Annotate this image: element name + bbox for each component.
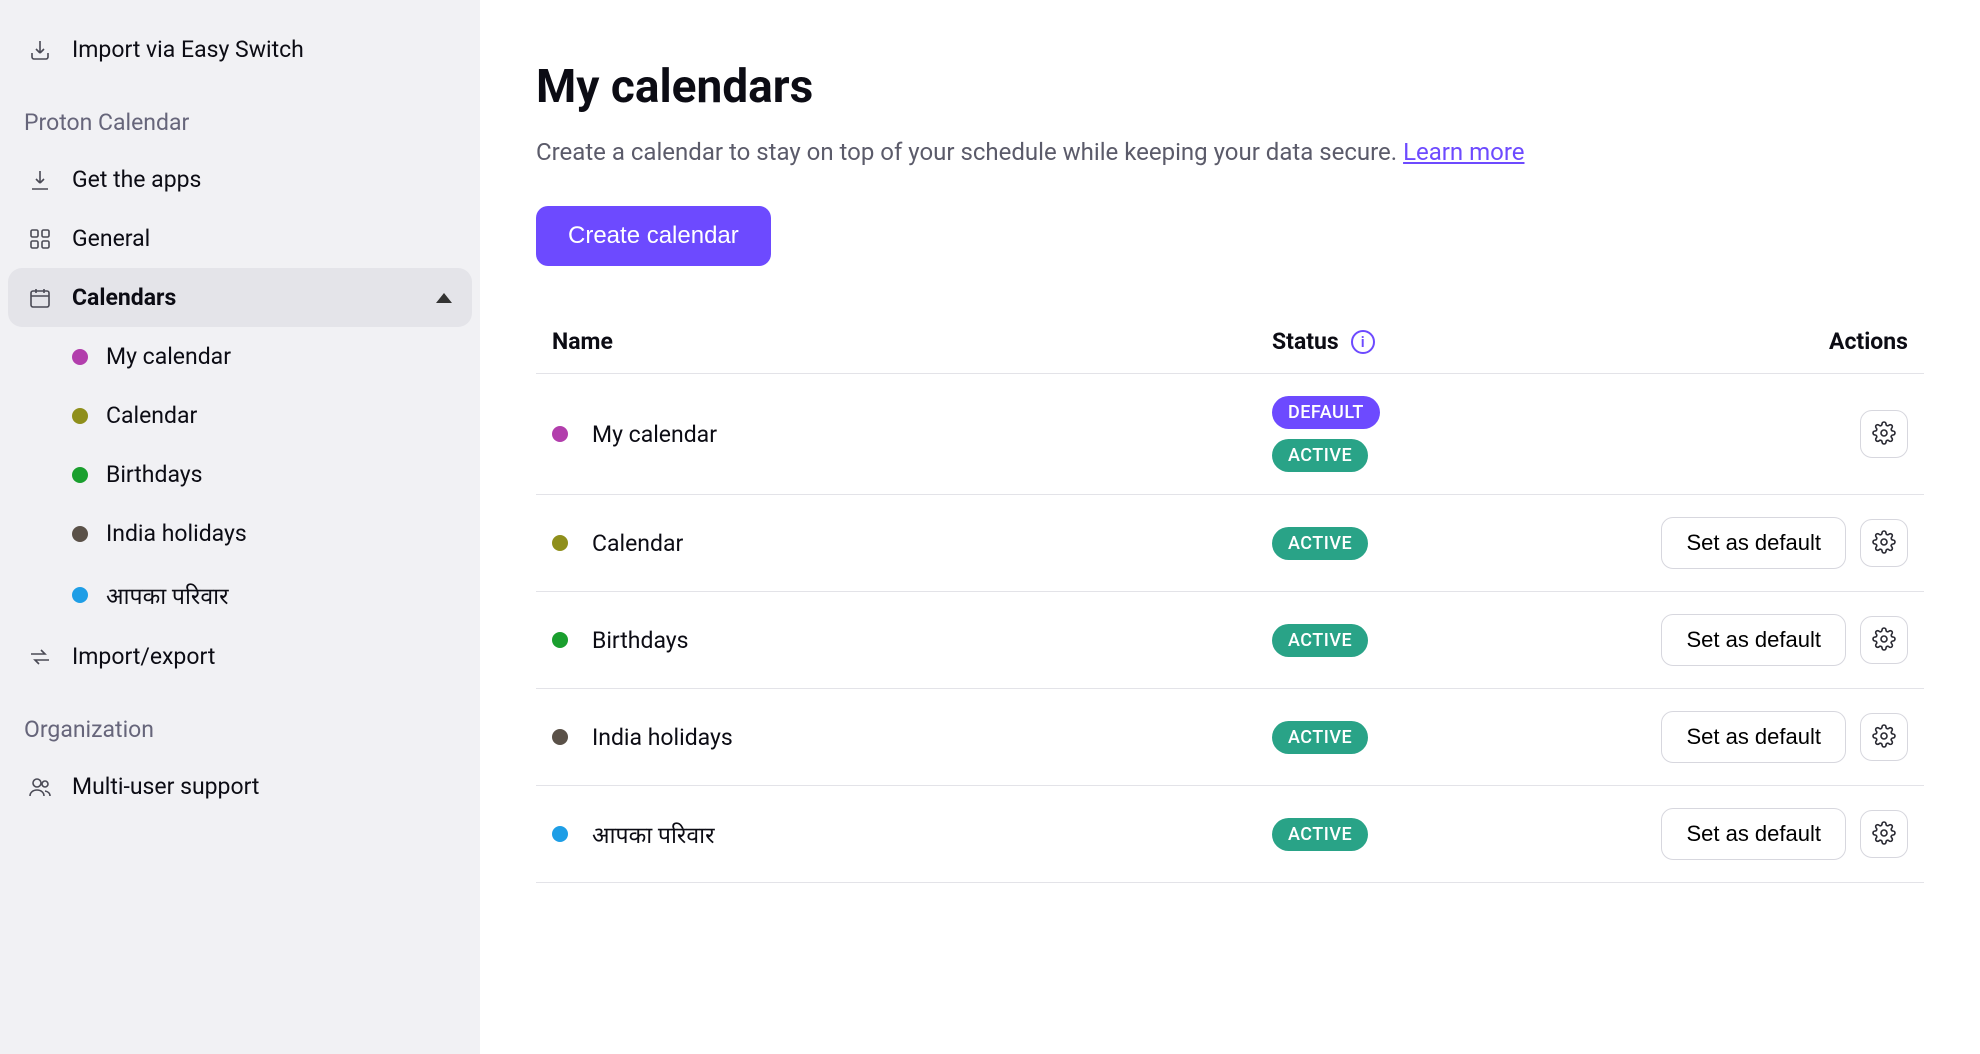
chevron-up-icon — [436, 293, 452, 303]
sidebar-calendar-item[interactable]: My calendar — [72, 327, 480, 386]
set-default-button[interactable]: Set as default — [1661, 711, 1846, 763]
gear-icon — [1872, 530, 1896, 557]
badge-active: ACTIVE — [1272, 439, 1368, 472]
settings-button[interactable] — [1860, 410, 1908, 458]
gear-icon — [1872, 421, 1896, 448]
import-icon — [28, 38, 52, 62]
sidebar-calendar-label: My calendar — [106, 343, 231, 370]
calendars-table: Name Status i Actions My calendar DEFAULT… — [536, 310, 1924, 883]
page-description: Create a calendar to stay on top of your… — [536, 134, 1736, 170]
calendar-color-dot — [72, 408, 88, 424]
sidebar-item-import-switch[interactable]: Import via Easy Switch — [0, 20, 480, 79]
sidebar-calendar-label: India holidays — [106, 520, 247, 547]
calendar-color-dot — [552, 729, 568, 745]
set-default-button[interactable]: Set as default — [1661, 614, 1846, 666]
table-row: आपका परिवार ACTIVE Set as default — [536, 786, 1924, 883]
table-row: India holidays ACTIVE Set as default — [536, 689, 1924, 786]
sidebar-item-label: Calendars — [72, 284, 176, 311]
sidebar-calendar-item[interactable]: आपका परिवार — [72, 563, 480, 627]
table-row: Birthdays ACTIVE Set as default — [536, 592, 1924, 689]
calendar-name: Calendar — [592, 530, 683, 557]
set-default-button[interactable]: Set as default — [1661, 517, 1846, 569]
sidebar-section-app: Proton Calendar — [0, 79, 480, 150]
badge-active: ACTIVE — [1272, 818, 1368, 851]
sidebar: Import via Easy Switch Proton Calendar G… — [0, 0, 480, 1054]
settings-button[interactable] — [1860, 616, 1908, 664]
sidebar-section-org: Organization — [0, 686, 480, 757]
badge-active: ACTIVE — [1272, 721, 1368, 754]
sidebar-item-label: General — [72, 225, 150, 252]
sidebar-item-label: Import/export — [72, 643, 215, 670]
info-icon[interactable]: i — [1351, 330, 1375, 354]
sidebar-calendar-item[interactable]: India holidays — [72, 504, 480, 563]
sidebar-item-label: Multi-user support — [72, 773, 259, 800]
table-body: My calendar DEFAULT ACTIVE Calendar ACTIVE Se… — [536, 374, 1924, 883]
sidebar-calendar-item[interactable]: Birthdays — [72, 445, 480, 504]
badge-active: ACTIVE — [1272, 527, 1368, 560]
table-header: Name Status i Actions — [536, 310, 1924, 374]
calendar-name: आपका परिवार — [592, 818, 714, 850]
create-calendar-button[interactable]: Create calendar — [536, 206, 771, 266]
sidebar-item-multi-user[interactable]: Multi-user support — [0, 757, 480, 816]
badge-default: DEFAULT — [1272, 396, 1380, 429]
calendar-color-dot — [72, 526, 88, 542]
calendar-color-dot — [552, 426, 568, 442]
calendar-name: My calendar — [592, 421, 717, 448]
gear-icon — [1872, 821, 1896, 848]
calendar-name: India holidays — [592, 724, 733, 751]
calendar-color-dot — [72, 467, 88, 483]
sidebar-item-label: Get the apps — [72, 166, 201, 193]
col-actions-header: Actions — [1829, 328, 1908, 355]
grid-icon — [28, 227, 52, 251]
sidebar-calendar-label: आपका परिवार — [106, 579, 228, 611]
calendar-color-dot — [552, 535, 568, 551]
learn-more-link[interactable]: Learn more — [1403, 138, 1524, 166]
page-title: My calendars — [536, 60, 1924, 114]
col-status-header: Status — [1272, 328, 1339, 355]
table-row: Calendar ACTIVE Set as default — [536, 495, 1924, 592]
settings-button[interactable] — [1860, 810, 1908, 858]
sidebar-item-get-apps[interactable]: Get the apps — [0, 150, 480, 209]
sidebar-calendar-item[interactable]: Calendar — [72, 386, 480, 445]
download-icon — [28, 168, 52, 192]
sidebar-calendar-list: My calendar Calendar Birthdays India holida… — [0, 327, 480, 627]
set-default-button[interactable]: Set as default — [1661, 808, 1846, 860]
calendar-color-dot — [72, 349, 88, 365]
sidebar-item-calendars[interactable]: Calendars — [8, 268, 472, 327]
settings-button[interactable] — [1860, 519, 1908, 567]
sidebar-calendar-label: Calendar — [106, 402, 197, 429]
sidebar-item-general[interactable]: General — [0, 209, 480, 268]
sidebar-calendar-label: Birthdays — [106, 461, 203, 488]
calendar-color-dot — [552, 632, 568, 648]
transfer-icon — [28, 645, 52, 669]
col-name-header: Name — [552, 328, 613, 355]
badge-active: ACTIVE — [1272, 624, 1368, 657]
settings-button[interactable] — [1860, 713, 1908, 761]
main-content: My calendars Create a calendar to stay o… — [480, 0, 1980, 1054]
calendar-name: Birthdays — [592, 627, 689, 654]
gear-icon — [1872, 627, 1896, 654]
calendar-icon — [28, 286, 52, 310]
calendar-color-dot — [72, 587, 88, 603]
sidebar-item-label: Import via Easy Switch — [72, 36, 304, 63]
sidebar-item-import-export[interactable]: Import/export — [0, 627, 480, 686]
table-row: My calendar DEFAULT ACTIVE — [536, 374, 1924, 495]
users-icon — [28, 775, 52, 799]
gear-icon — [1872, 724, 1896, 751]
calendar-color-dot — [552, 826, 568, 842]
